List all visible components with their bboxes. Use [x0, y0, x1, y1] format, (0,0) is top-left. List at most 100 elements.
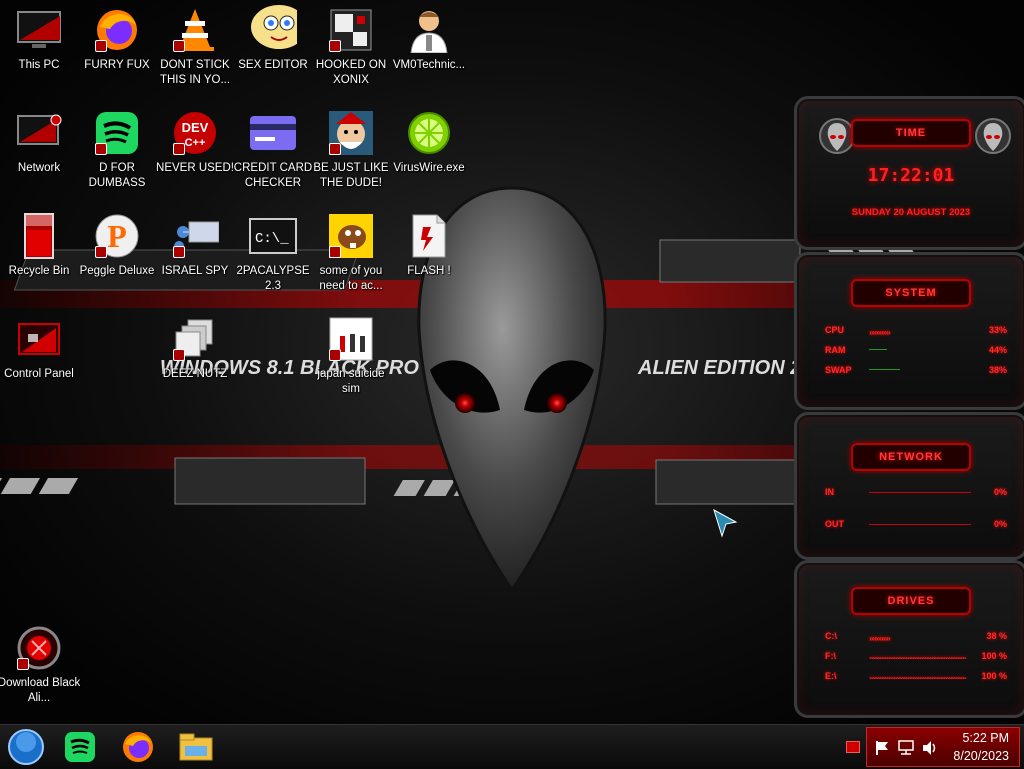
spy-network-icon — [171, 212, 219, 260]
drive-f-label: F:\ — [825, 651, 836, 661]
taskbar-spotify-button[interactable] — [60, 727, 100, 767]
drive-f-row: F:\ »»»»»»»»»»»»»»»»»»»»»»»»»»»» 100 % — [825, 649, 1007, 663]
desktop-icon-recycle-bin[interactable]: Recycle Bin — [1, 208, 77, 304]
shortcut-badge-icon — [17, 658, 29, 670]
cpu-value: 33% — [988, 325, 1007, 335]
desktop-icon-some-of-you[interactable]: some of you need to ac... — [313, 208, 389, 304]
drive-c-row: C:\ »»»»»» 38 % — [825, 629, 1007, 643]
firefox-icon — [123, 732, 153, 762]
drive-e-row: E:\ »»»»»»»»»»»»»»»»»»»»»»»»»»»» 100 % — [825, 669, 1007, 683]
shortcut-badge-icon — [173, 40, 185, 52]
alien-head-icon — [819, 118, 855, 154]
elf-face-icon — [327, 109, 375, 157]
drive-c-value: 38 % — [986, 631, 1007, 641]
shortcut-badge-icon — [329, 40, 341, 52]
time-gadget-clock: 17:22:01 — [867, 165, 955, 186]
xonix-game-icon — [327, 6, 375, 54]
taskbar-file-explorer-button[interactable] — [176, 727, 216, 767]
spotify-icon — [93, 109, 141, 157]
desktop-icon-credit-card-checker[interactable]: CREDIT CARD CHECKER — [234, 105, 312, 201]
desktop-icon-download-black-alien[interactable]: Download Black Ali... — [0, 620, 80, 716]
desktop-icon-d-for-dumbass[interactable]: D FOR DUMBASS — [79, 105, 155, 201]
system-cpu-row: CPU »»»»»» 33% — [825, 323, 1007, 337]
desktop-icon-vm0technic[interactable]: VM0Technic... — [391, 2, 467, 98]
taskbar-clock-time[interactable]: 5:22 PM — [962, 731, 1009, 745]
network-in-label: IN — [825, 487, 834, 497]
system-ram-row: RAM 44% — [825, 343, 1007, 357]
system-swap-row: SWAP 38% — [825, 363, 1007, 377]
svg-text:DEV: DEV — [182, 120, 209, 135]
desktop-icon-sex-editor[interactable]: SEX EDITOR — [235, 2, 311, 98]
desktop-icon-network[interactable]: Network — [1, 105, 77, 201]
shortcut-badge-icon — [95, 143, 107, 155]
drive-c-bar: »»»»»» — [869, 634, 891, 643]
desktop-icon-israel-spy[interactable]: ISRAEL SPY — [157, 208, 233, 304]
wallpaper-right-text: ALIEN EDITION 20 — [637, 357, 812, 379]
credit-card-icon — [249, 109, 297, 157]
drive-e-value: 100 % — [981, 671, 1007, 681]
svg-text:P: P — [107, 218, 127, 254]
action-center-flag-icon[interactable] — [875, 740, 891, 756]
drive-c-label: C:\ — [825, 631, 837, 641]
alien-right-eye-graphic — [547, 393, 567, 413]
file-explorer-icon — [179, 733, 213, 761]
desktop-icon-flash[interactable]: FLASH ! — [391, 208, 467, 304]
recycle-bin-icon — [15, 212, 63, 260]
tray-overflow-icon[interactable] — [846, 741, 860, 753]
drive-e-bar: »»»»»»»»»»»»»»»»»»»»»»»»»»»» — [869, 674, 967, 679]
desktop-icon-viruswire[interactable]: VirusWire.exe — [391, 105, 467, 201]
network-out-graph — [869, 521, 971, 527]
desktop-icon-be-just-like-the-dude[interactable]: BE JUST LIKE THE DUDE! — [313, 105, 389, 201]
volume-tray-icon[interactable] — [921, 740, 939, 756]
monitor-icon — [15, 6, 63, 54]
time-gadget[interactable]: TIME 17:22:01 SUNDAY 20 AUGUST 2023 — [794, 96, 1024, 250]
start-button[interactable] — [6, 727, 46, 767]
time-gadget-date: SUNDAY 20 AUGUST 2023 — [851, 207, 971, 218]
cpu-bar: »»»»»» — [869, 328, 891, 337]
drives-gadget[interactable]: DRIVES C:\ »»»»»» 38 % F:\ »»»»»»»»»»»»»… — [794, 560, 1024, 718]
desktop-icon-this-pc[interactable]: This PC — [1, 2, 77, 98]
swap-graph — [869, 367, 971, 373]
desktop-icon-control-panel[interactable]: Control Panel — [1, 311, 77, 407]
taskbar-firefox-button[interactable] — [118, 727, 158, 767]
network-in-row: IN 0% — [825, 485, 1007, 499]
shortcut-badge-icon — [173, 143, 185, 155]
network-gadget-title: NETWORK — [851, 443, 971, 471]
terminal-icon: C:\_ — [249, 212, 297, 260]
taskbar-clock-date[interactable]: 8/20/2023 — [953, 749, 1009, 763]
cpu-label: CPU — [825, 325, 845, 335]
shortcut-badge-icon — [95, 246, 107, 258]
dev-cpp-icon: DEV C++ — [171, 109, 219, 157]
network-tray-icon[interactable] — [897, 740, 915, 756]
alien-left-eye-graphic — [455, 393, 475, 413]
swap-label: SWAP — [825, 365, 852, 375]
desktop-icon-furry-fux[interactable]: FURRY FUX — [79, 2, 155, 98]
desktop-icon-2pacalypse[interactable]: C:\_ 2PACALYPSE 2.3 — [235, 208, 311, 304]
desktop-icon-dont-stick[interactable]: DONT STICK THIS IN YO... — [157, 2, 233, 98]
svg-text:C:\_: C:\_ — [255, 231, 289, 247]
system-gadget[interactable]: SYSTEM CPU »»»»»» 33% RAM 44% SWAP 38% — [794, 252, 1024, 410]
ram-label: RAM — [825, 345, 846, 355]
shortcut-badge-icon — [173, 246, 185, 258]
network-gadget[interactable]: NETWORK IN 0% OUT 0% — [794, 412, 1024, 560]
desktop-icon-peggle-deluxe[interactable]: P Peggle Deluxe — [79, 208, 155, 304]
time-gadget-title: TIME — [851, 119, 971, 147]
system-tray: 5:22 PM 8/20/2023 — [866, 727, 1020, 767]
shortcut-badge-icon — [173, 349, 185, 361]
shortcut-badge-icon — [329, 246, 341, 258]
cartoon-editor-icon — [249, 5, 297, 54]
network-in-value: 0% — [993, 487, 1007, 497]
vlc-cone-icon — [171, 6, 219, 54]
desktop-icon-hooked-on-xonix[interactable]: HOOKED ON XONIX — [313, 2, 389, 98]
beaver-icon — [327, 212, 375, 260]
network-out-value: 0% — [993, 519, 1007, 529]
drives-gadget-title: DRIVES — [851, 587, 971, 615]
drive-f-value: 100 % — [981, 651, 1007, 661]
desktop-icon-never-used[interactable]: DEV C++ NEVER USED! — [156, 105, 234, 201]
shortcut-badge-icon — [329, 349, 341, 361]
firefox-icon — [93, 6, 141, 54]
desktop-icon-deez-nutz[interactable]: DEEZ NUTZ — [157, 311, 233, 407]
desktop-icon-japan-suicide-sim[interactable]: japan suicide sim — [313, 311, 389, 407]
start-orb-icon — [8, 729, 44, 765]
japanese-text-file-icon — [327, 315, 375, 363]
